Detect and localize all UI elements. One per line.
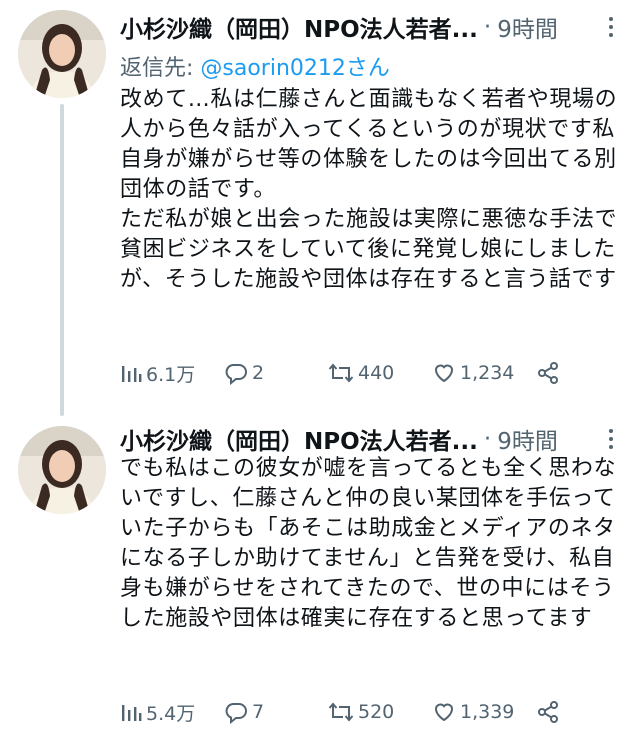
tweet-2[interactable]: 小杉沙織（岡田）NPO法人若者... · 9時間 でも私はこの彼女が嘘を言ってる…: [0, 416, 640, 741]
reply-count: 2: [252, 362, 265, 384]
tweet-header: 小杉沙織（岡田）NPO法人若者... · 9時間: [120, 422, 622, 456]
profile-photo: [18, 426, 106, 514]
tweet-1[interactable]: 小杉沙織（岡田）NPO法人若者... · 9時間 返信先: @saorin021…: [0, 0, 640, 416]
thread-line: [60, 104, 64, 416]
share-icon: [538, 362, 558, 384]
views-button[interactable]: 5.4万: [120, 695, 195, 729]
views-icon: [122, 705, 142, 721]
reply-button[interactable]: 7: [224, 695, 264, 729]
reply-prefix: 返信先:: [120, 56, 201, 81]
like-count: 1,234: [460, 362, 515, 384]
share-icon: [538, 701, 558, 723]
separator-dot: ·: [483, 426, 492, 452]
separator-dot: ·: [483, 14, 492, 40]
author-name[interactable]: 小杉沙織（岡田）NPO法人若者...: [120, 422, 478, 456]
reply-to: 返信先: @saorin0212さん: [120, 50, 390, 82]
share-button[interactable]: [536, 695, 560, 729]
avatar[interactable]: [18, 426, 106, 514]
timestamp[interactable]: 9時間: [497, 10, 558, 44]
tweet-text: でも私はこの彼女が嘘を言ってるとも全く思わないですし、仁藤さんと仲の良い某団体を…: [120, 454, 630, 634]
tweet-text-content: でも私はこの彼女が嘘を言ってるとも全く思わないですし、仁藤さんと仲の良い某団体を…: [120, 456, 617, 631]
timestamp[interactable]: 9時間: [497, 422, 558, 456]
reply-icon: [225, 364, 247, 385]
views-count: 6.1万: [146, 363, 196, 386]
like-count: 1,339: [460, 701, 515, 723]
heart-icon: [434, 703, 454, 722]
action-bar: 6.1万 2 440 1,234: [120, 356, 560, 390]
more-options-icon[interactable]: [600, 422, 622, 456]
tweet-text: 改めて…私は仁藤さんと面識もなく若者や現場の人から色々話が入ってくるというのが現…: [120, 85, 630, 295]
reply-handle[interactable]: @saorin0212さん: [200, 56, 390, 81]
retweet-button[interactable]: 440: [328, 356, 394, 390]
reply-count: 7: [252, 701, 265, 723]
heart-icon: [434, 364, 454, 383]
share-button[interactable]: [536, 356, 560, 390]
reply-button[interactable]: 2: [224, 356, 264, 390]
like-button[interactable]: 1,234: [432, 356, 514, 390]
retweet-count: 440: [358, 362, 395, 384]
like-button[interactable]: 1,339: [432, 695, 514, 729]
retweet-count: 520: [358, 701, 395, 723]
author-name[interactable]: 小杉沙織（岡田）NPO法人若者...: [120, 10, 478, 44]
action-bar: 5.4万 7 520 1,339: [120, 695, 560, 729]
tweet-text-content: 改めて…私は仁藤さんと面識もなく若者や現場の人から色々話が入ってくるというのが現…: [120, 87, 618, 292]
profile-photo: [18, 10, 106, 98]
more-options-icon[interactable]: [600, 10, 622, 44]
avatar[interactable]: [18, 10, 106, 98]
views-icon: [122, 366, 142, 382]
retweet-icon: [328, 363, 354, 383]
views-button[interactable]: 6.1万: [120, 356, 195, 390]
tweet-header: 小杉沙織（岡田）NPO法人若者... · 9時間: [120, 10, 622, 44]
views-count: 5.4万: [146, 702, 196, 725]
retweet-button[interactable]: 520: [328, 695, 394, 729]
reply-icon: [225, 703, 247, 724]
retweet-icon: [328, 702, 354, 722]
